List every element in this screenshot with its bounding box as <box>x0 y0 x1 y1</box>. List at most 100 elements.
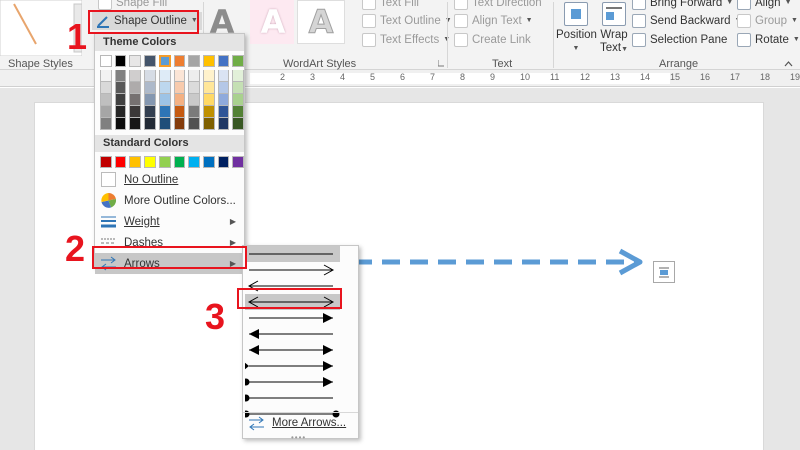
text-effects-button[interactable]: Text Effects ▼ <box>362 31 450 49</box>
standard-color-swatch[interactable] <box>114 156 127 168</box>
theme-shade-swatch[interactable] <box>202 94 215 106</box>
theme-shade-swatch[interactable] <box>144 118 156 130</box>
theme-shade-swatch[interactable] <box>158 106 171 118</box>
arrow-option[interactable] <box>245 278 340 294</box>
align-text-button[interactable]: Align Text ▼ <box>454 12 533 30</box>
theme-shade-swatch[interactable] <box>114 118 127 130</box>
theme-shade-swatch[interactable] <box>202 118 215 130</box>
send-backward-button[interactable]: Send Backward ▼ <box>632 12 741 30</box>
theme-color-swatch[interactable] <box>100 55 112 67</box>
theme-shade-swatch[interactable] <box>129 118 142 130</box>
theme-shade-swatch[interactable] <box>217 118 230 130</box>
theme-shade-swatch[interactable] <box>217 70 230 82</box>
theme-shade-swatch[interactable] <box>188 94 200 106</box>
standard-color-swatch[interactable] <box>202 156 215 168</box>
theme-shade-swatch[interactable] <box>173 94 186 106</box>
theme-shade-swatch[interactable] <box>144 94 156 106</box>
theme-shade-swatch[interactable] <box>100 118 112 130</box>
theme-color-swatch[interactable] <box>202 55 215 67</box>
arrows-item[interactable]: Arrows ▶ <box>95 253 244 274</box>
theme-shade-swatch[interactable] <box>232 106 245 118</box>
theme-shade-swatch[interactable] <box>217 82 230 94</box>
more-outline-colors-item[interactable]: More Outline Colors... <box>95 190 244 211</box>
theme-shade-swatch[interactable] <box>158 70 171 82</box>
theme-shade-swatch[interactable] <box>173 70 186 82</box>
standard-color-swatch[interactable] <box>188 156 200 168</box>
theme-shade-swatch[interactable] <box>188 106 200 118</box>
theme-shade-swatch[interactable] <box>158 118 171 130</box>
arrow-option[interactable] <box>245 294 340 310</box>
arrow-option[interactable] <box>245 310 340 326</box>
theme-color-swatch[interactable] <box>158 55 171 67</box>
text-outline-button[interactable]: Text Outline ▼ <box>362 12 452 30</box>
theme-shade-swatch[interactable] <box>129 106 142 118</box>
dashes-item[interactable]: Dashes ▶ <box>95 232 244 253</box>
theme-shade-swatch[interactable] <box>202 82 215 94</box>
theme-shade-swatch[interactable] <box>158 94 171 106</box>
weight-item[interactable]: Weight ▶ <box>95 211 244 232</box>
theme-color-swatch[interactable] <box>129 55 142 67</box>
collapse-ribbon-icon[interactable] <box>784 60 793 67</box>
arrow-option[interactable] <box>245 326 340 342</box>
align-button[interactable]: Align ▼ <box>737 0 792 12</box>
bring-forward-button[interactable]: Bring Forward ▼ <box>632 0 733 12</box>
theme-shade-swatch[interactable] <box>114 82 127 94</box>
theme-color-swatch[interactable] <box>217 55 230 67</box>
no-outline-item[interactable]: No Outline <box>95 169 244 190</box>
theme-shade-swatch[interactable] <box>173 118 186 130</box>
wrap-text-button[interactable]: Wrap Text▼ <box>597 2 631 56</box>
theme-color-swatch[interactable] <box>232 55 244 67</box>
theme-shade-swatch[interactable] <box>232 118 245 130</box>
resize-grip-icon[interactable]: •••• <box>291 433 306 442</box>
position-button[interactable]: Position ▼ <box>556 2 597 55</box>
theme-shade-swatch[interactable] <box>100 106 112 118</box>
theme-shade-swatch[interactable] <box>217 106 230 118</box>
standard-color-swatch[interactable] <box>158 156 171 168</box>
theme-shade-swatch[interactable] <box>129 94 142 106</box>
standard-color-swatch[interactable] <box>217 156 230 168</box>
theme-shade-swatch[interactable] <box>232 70 245 82</box>
layout-options-button[interactable] <box>653 261 675 283</box>
theme-shade-swatch[interactable] <box>202 106 215 118</box>
theme-shade-swatch[interactable] <box>129 70 142 82</box>
shape-fill-button[interactable]: Shape Fill <box>98 0 167 12</box>
text-direction-button[interactable]: Text Direction <box>454 0 542 12</box>
arrow-option[interactable] <box>245 342 340 358</box>
theme-shade-swatch[interactable] <box>232 82 245 94</box>
text-fill-button[interactable]: Text Fill <box>362 0 419 12</box>
theme-shade-swatch[interactable] <box>158 82 171 94</box>
theme-shade-swatch[interactable] <box>173 106 186 118</box>
arrow-option[interactable] <box>245 262 340 278</box>
theme-shade-swatch[interactable] <box>217 94 230 106</box>
theme-color-swatch[interactable] <box>173 55 186 67</box>
standard-color-swatch[interactable] <box>129 156 142 168</box>
theme-shade-swatch[interactable] <box>188 118 200 130</box>
standard-color-swatch[interactable] <box>232 156 245 168</box>
theme-color-swatch[interactable] <box>144 55 156 67</box>
wordart-style-3[interactable]: A <box>302 3 340 42</box>
theme-shade-swatch[interactable] <box>188 70 200 82</box>
more-arrows-item[interactable]: More Arrows... <box>243 414 358 432</box>
theme-shade-swatch[interactable] <box>232 94 245 106</box>
group-button[interactable]: Group ▼ <box>737 12 798 30</box>
dialog-launcher-icon[interactable] <box>438 60 445 67</box>
theme-shade-swatch[interactable] <box>202 70 215 82</box>
create-link-button[interactable]: Create Link <box>454 31 531 49</box>
theme-shade-swatch[interactable] <box>188 82 200 94</box>
arrow-option[interactable] <box>245 390 340 406</box>
wordart-style-2[interactable]: A <box>254 3 292 41</box>
theme-shade-swatch[interactable] <box>173 82 186 94</box>
arrow-option[interactable] <box>245 374 340 390</box>
standard-color-swatch[interactable] <box>100 156 112 168</box>
theme-color-swatch[interactable] <box>114 55 127 67</box>
theme-shade-swatch[interactable] <box>114 106 127 118</box>
theme-shade-swatch[interactable] <box>100 94 112 106</box>
standard-color-swatch[interactable] <box>144 156 156 168</box>
theme-shade-swatch[interactable] <box>114 94 127 106</box>
theme-shade-swatch[interactable] <box>144 82 156 94</box>
arrow-option[interactable] <box>245 358 340 374</box>
shape-outline-button[interactable]: Shape Outline ▼ <box>92 12 202 30</box>
standard-color-swatch[interactable] <box>173 156 186 168</box>
theme-shade-swatch[interactable] <box>114 70 127 82</box>
theme-color-swatch[interactable] <box>188 55 200 67</box>
